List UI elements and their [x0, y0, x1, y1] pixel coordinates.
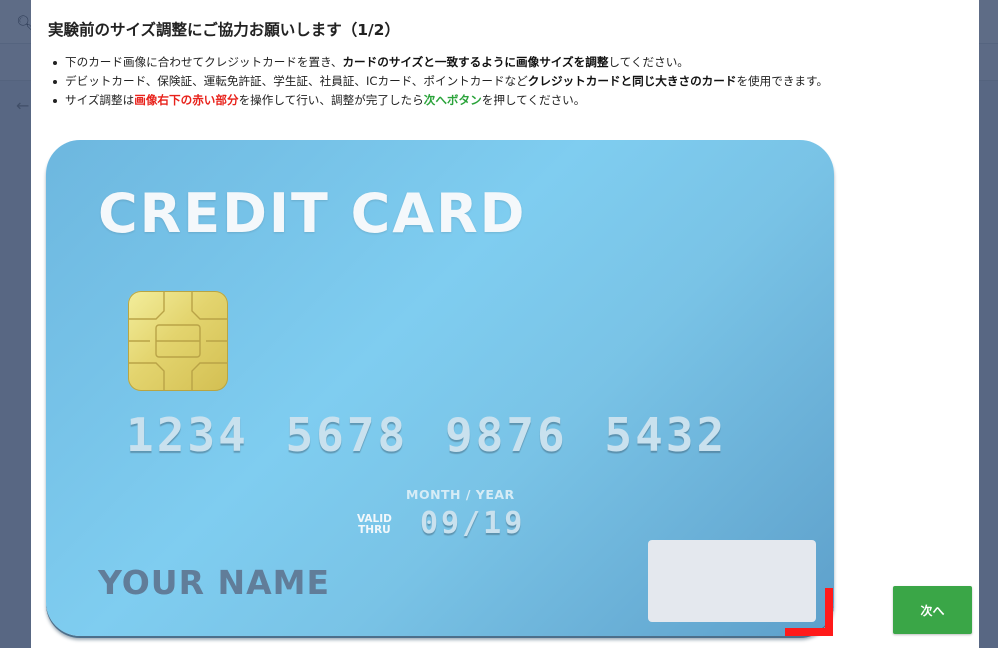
- instruction-item: デビットカード、保険証、運転免許証、学生証、社員証、ICカード、ポイントカードな…: [48, 72, 828, 91]
- chip-icon: [128, 291, 228, 391]
- credit-card-image: CREDIT CARD 1234 5678 9876 5432 MONTH / …: [46, 140, 834, 636]
- modal-title: 実験前のサイズ調整にご協力お願いします（1/2）: [48, 21, 400, 39]
- instruction-emphasis: カードのサイズと一致するように画像サイズを調整: [342, 55, 609, 69]
- instruction-text: してください。: [608, 55, 689, 69]
- instruction-emphasis-green: 次へボタン: [423, 93, 482, 107]
- thru-label: THRU: [358, 524, 391, 536]
- card-expiry: 09/19: [420, 506, 526, 541]
- card-title: CREDIT CARD: [98, 182, 527, 245]
- size-calibration-modal: 実験前のサイズ調整にご協力お願いします（1/2） 下のカード画像に合わせてクレジ…: [31, 0, 979, 648]
- instruction-item: 下のカード画像に合わせてクレジットカードを置き、カードのサイズと一致するように画…: [48, 53, 828, 72]
- valid-thru-label: VALID THRU: [357, 514, 392, 536]
- instruction-text: を操作して行い、調整が完了したら: [238, 93, 424, 107]
- instruction-text: を使用できます。: [736, 74, 829, 88]
- resize-handle[interactable]: [785, 588, 833, 636]
- instruction-item: サイズ調整は画像右下の赤い部分を操作して行い、調整が完了したら次へボタンを押して…: [48, 91, 828, 110]
- card-holder-name: YOUR NAME: [98, 563, 331, 602]
- card-number: 1234 5678 9876 5432: [126, 408, 728, 462]
- instruction-text: を押してください。: [481, 93, 586, 107]
- resize-handle-bar: [825, 588, 833, 636]
- instruction-text: サイズ調整は: [65, 93, 135, 107]
- instruction-text: デビットカード、保険証、運転免許証、学生証、社員証、ICカード、ポイントカードな…: [65, 74, 528, 88]
- instruction-emphasis-red: 画像右下の赤い部分: [134, 93, 239, 107]
- next-button[interactable]: 次へ: [893, 586, 972, 634]
- instruction-emphasis: クレジットカードと同じ大きさのカード: [527, 74, 737, 88]
- instruction-list: 下のカード画像に合わせてクレジットカードを置き、カードのサイズと一致するように画…: [48, 53, 828, 110]
- instruction-text: 下のカード画像に合わせてクレジットカードを置き、: [65, 55, 343, 69]
- month-year-label: MONTH / YEAR: [406, 487, 515, 502]
